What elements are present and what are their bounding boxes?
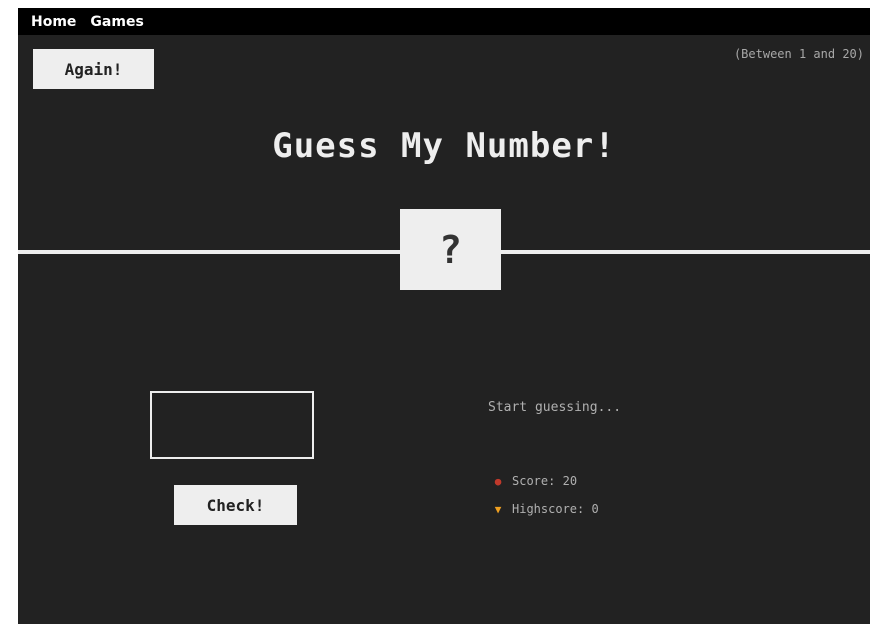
score-value: 20 [562,474,578,488]
guess-input[interactable] [150,391,314,459]
nav-home-link[interactable]: Home [31,14,76,30]
nav-games-link[interactable]: Games [90,14,143,30]
status-message: Start guessing... [488,400,622,415]
score-stat: ● Score: 20 [491,474,577,488]
score-icon: ● [494,474,502,488]
top-navbar: Home Games [18,8,870,35]
range-hint: (Between 1 and 20) [733,47,864,61]
trophy-icon: ▼ [494,502,502,516]
score-label: Score: [512,474,556,488]
secret-number-box: ? [400,209,501,290]
game-frame: Home Games Again! (Between 1 and 20) Gue… [18,8,870,624]
page-title: Guess My Number! [272,126,616,166]
highscore-label: Highscore: [512,502,585,516]
highscore-value: 0 [591,502,599,516]
again-button[interactable]: Again! [33,49,154,89]
highscore-stat: ▼ Highscore: 0 [491,502,599,516]
check-button[interactable]: Check! [174,485,297,525]
